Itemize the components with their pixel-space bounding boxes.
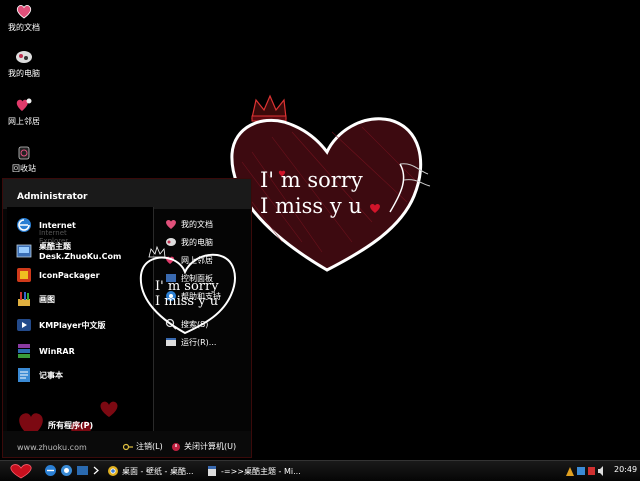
start-menu: Administrator Internet Internet Explorer… xyxy=(2,178,252,458)
quicklaunch-media-icon[interactable] xyxy=(76,464,89,477)
chevron-right-icon[interactable] xyxy=(92,464,100,477)
task-label: 桌面 - 壁纸 - 桌酷... xyxy=(122,466,194,476)
wallpaper-preview-heart: I' m sorry I miss y u xyxy=(139,245,236,335)
iconpackager-icon xyxy=(17,268,31,282)
quicklaunch-ie-icon[interactable] xyxy=(44,464,57,477)
taskbar-task-theme[interactable]: -=>>桌酷主题 - Mi... xyxy=(206,463,302,479)
desktop-icon-label: 我的文档 xyxy=(8,23,40,32)
network-places-icon xyxy=(16,98,32,111)
place-item-run[interactable]: 运行(R)... xyxy=(165,335,216,349)
desktop-icon-network-places[interactable]: 网上邻居 xyxy=(4,96,44,127)
program-item-internet[interactable]: Internet Internet Explorer xyxy=(15,215,76,245)
theme-icon xyxy=(16,244,32,258)
desktop-icon-label: 我的电脑 xyxy=(8,69,40,78)
desktop-icon-my-documents[interactable]: 我的文档 xyxy=(4,2,44,33)
paint-icon xyxy=(18,292,30,306)
program-item-paint[interactable]: 画图 xyxy=(15,289,55,309)
start-menu-programs-pane: Internet Internet Explorer 桌酷主题Desk.Zhuo… xyxy=(7,207,154,457)
shutdown-label: 关闭计算机(U) xyxy=(184,442,237,451)
internet-explorer-icon xyxy=(17,218,31,232)
website-url: www.zhuoku.com xyxy=(17,443,87,452)
preview-text-line2: I miss y u xyxy=(155,294,218,309)
place-label: 我的文档 xyxy=(181,219,213,229)
chrome-icon xyxy=(108,466,118,476)
logoff-label: 注销(L) xyxy=(136,442,163,451)
quicklaunch-desktop-icon[interactable] xyxy=(60,464,73,477)
place-label: 运行(R)... xyxy=(181,337,217,347)
my-documents-heart-icon xyxy=(16,5,32,19)
taskbar-clock[interactable]: 20:49 xyxy=(614,465,637,474)
program-item-notepad[interactable]: 记事本 xyxy=(15,365,63,385)
my-computer-icon xyxy=(16,51,32,63)
kmplayer-icon xyxy=(17,319,31,331)
desktop-icon-my-computer[interactable]: 我的电脑 xyxy=(4,48,44,79)
wallpaper-text-line1: I' m sorry xyxy=(260,168,363,192)
notepad-icon xyxy=(18,368,30,382)
my-documents-icon xyxy=(166,219,176,229)
program-item-winrar[interactable]: WinRAR xyxy=(15,341,75,361)
heart-o-icon xyxy=(370,203,380,213)
program-label: 画图 xyxy=(39,294,55,304)
start-menu-username: Administrator xyxy=(17,192,88,202)
recycle-bin-icon xyxy=(18,146,30,160)
taskbar-task-browser[interactable]: 桌面 - 壁纸 - 桌酷... xyxy=(107,463,199,479)
tray-app-icon xyxy=(588,467,595,475)
task-label: -=>>桌酷主题 - Mi... xyxy=(221,466,301,476)
place-item-my-documents[interactable]: 我的文档 xyxy=(165,217,213,231)
desktop-icon-label: 网上邻居 xyxy=(8,117,40,126)
power-icon xyxy=(172,442,180,451)
preview-text-line1: I' m sorry xyxy=(155,279,219,294)
start-button[interactable] xyxy=(6,463,36,479)
program-label: IconPackager xyxy=(39,270,100,280)
winrar-icon xyxy=(18,344,30,358)
desktop-icon-label: 回收站 xyxy=(12,164,36,173)
taskbar: 桌面 - 壁纸 - 桌酷... -=>>桌酷主题 - Mi... 20:49 xyxy=(0,460,640,481)
all-programs-button[interactable]: 所有程序(P) xyxy=(48,420,93,431)
program-label: 记事本 xyxy=(39,370,63,380)
wallpaper-heart: I' m sorry I miss y u xyxy=(222,92,432,277)
shutdown-button[interactable]: 关闭计算机(U) xyxy=(171,441,236,452)
logoff-button[interactable]: 注销(L) xyxy=(123,441,163,452)
tray-volume-icon xyxy=(598,466,603,476)
system-tray xyxy=(566,466,603,476)
wallpaper-text-line2: I miss y u xyxy=(260,194,362,218)
key-icon xyxy=(123,443,133,450)
run-icon xyxy=(166,338,176,346)
program-item-kmplayer[interactable]: KMPlayer中文版 xyxy=(15,315,106,335)
desktop-icon-recycle-bin[interactable]: 回收站 xyxy=(4,143,44,174)
program-item-zhuoku-theme[interactable]: 桌酷主题Desk.ZhuoKu.Com xyxy=(15,241,153,261)
program-label: KMPlayer中文版 xyxy=(39,320,106,330)
heart-apostrophe-icon xyxy=(278,170,286,177)
program-label: WinRAR xyxy=(39,346,75,356)
document-icon xyxy=(208,466,216,476)
program-item-iconpackager[interactable]: IconPackager xyxy=(15,265,100,285)
tray-warning-icon xyxy=(566,467,574,476)
tray-network-icon xyxy=(577,467,585,475)
